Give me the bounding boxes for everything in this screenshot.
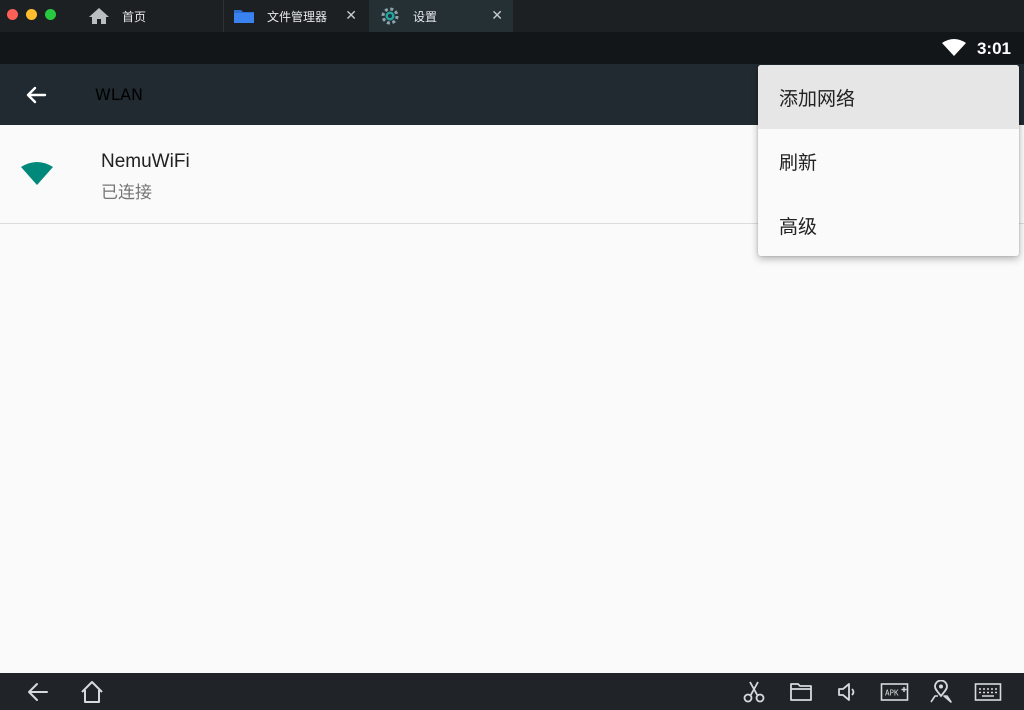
maximize-window-button[interactable] (45, 9, 56, 20)
clock: 3:01 (976, 39, 1011, 58)
menu-item-add-network[interactable]: 添加网络 (758, 65, 1019, 129)
apk-install-icon[interactable]: APK (880, 680, 910, 704)
menu-item-refresh[interactable]: 刷新 (758, 129, 1019, 193)
folder-icon (233, 7, 255, 25)
minimize-window-button[interactable] (26, 9, 37, 20)
location-icon[interactable] (928, 680, 954, 704)
wifi-icon (942, 39, 966, 56)
settings-gear-icon (379, 7, 401, 25)
folder-icon[interactable] (789, 680, 813, 704)
page-title: WLAN (95, 85, 144, 104)
tab-file-manager-label: 文件管理器 (267, 9, 328, 24)
tab-home[interactable]: 首页 (88, 0, 223, 32)
menu-item-label: 高级 (779, 215, 818, 238)
tab-home-label: 首页 (122, 9, 147, 24)
scissors-icon[interactable] (742, 680, 766, 704)
network-status: 已连接 (101, 183, 152, 203)
close-window-button[interactable] (7, 9, 18, 20)
back-icon[interactable] (26, 680, 50, 704)
emulator-tab-bar: 首页 文件管理器 ✕ 设置 ✕ (0, 0, 1024, 32)
back-arrow-icon[interactable] (24, 83, 48, 107)
overflow-menu: 添加网络 刷新 高级 (758, 65, 1019, 256)
status-bar (0, 32, 1024, 64)
tab-settings-label: 设置 (413, 9, 438, 24)
home-icon (88, 7, 110, 25)
home-icon[interactable] (79, 680, 105, 704)
tab-file-manager[interactable]: 文件管理器 ✕ (233, 0, 367, 32)
tab-settings[interactable]: 设置 ✕ (369, 0, 513, 32)
menu-item-label: 刷新 (779, 151, 818, 174)
bottom-nav-bar (0, 673, 1024, 710)
svg-text:APK: APK (885, 689, 899, 698)
menu-item-label: 添加网络 (779, 87, 856, 110)
wifi-signal-icon (21, 162, 53, 185)
close-tab-icon[interactable]: ✕ (345, 8, 357, 24)
menu-item-advanced[interactable]: 高级 (758, 193, 1019, 256)
keyboard-icon[interactable] (974, 680, 1002, 704)
network-name: NemuWiFi (101, 151, 190, 172)
volume-icon[interactable] (836, 680, 860, 704)
close-tab-icon[interactable]: ✕ (491, 8, 503, 24)
